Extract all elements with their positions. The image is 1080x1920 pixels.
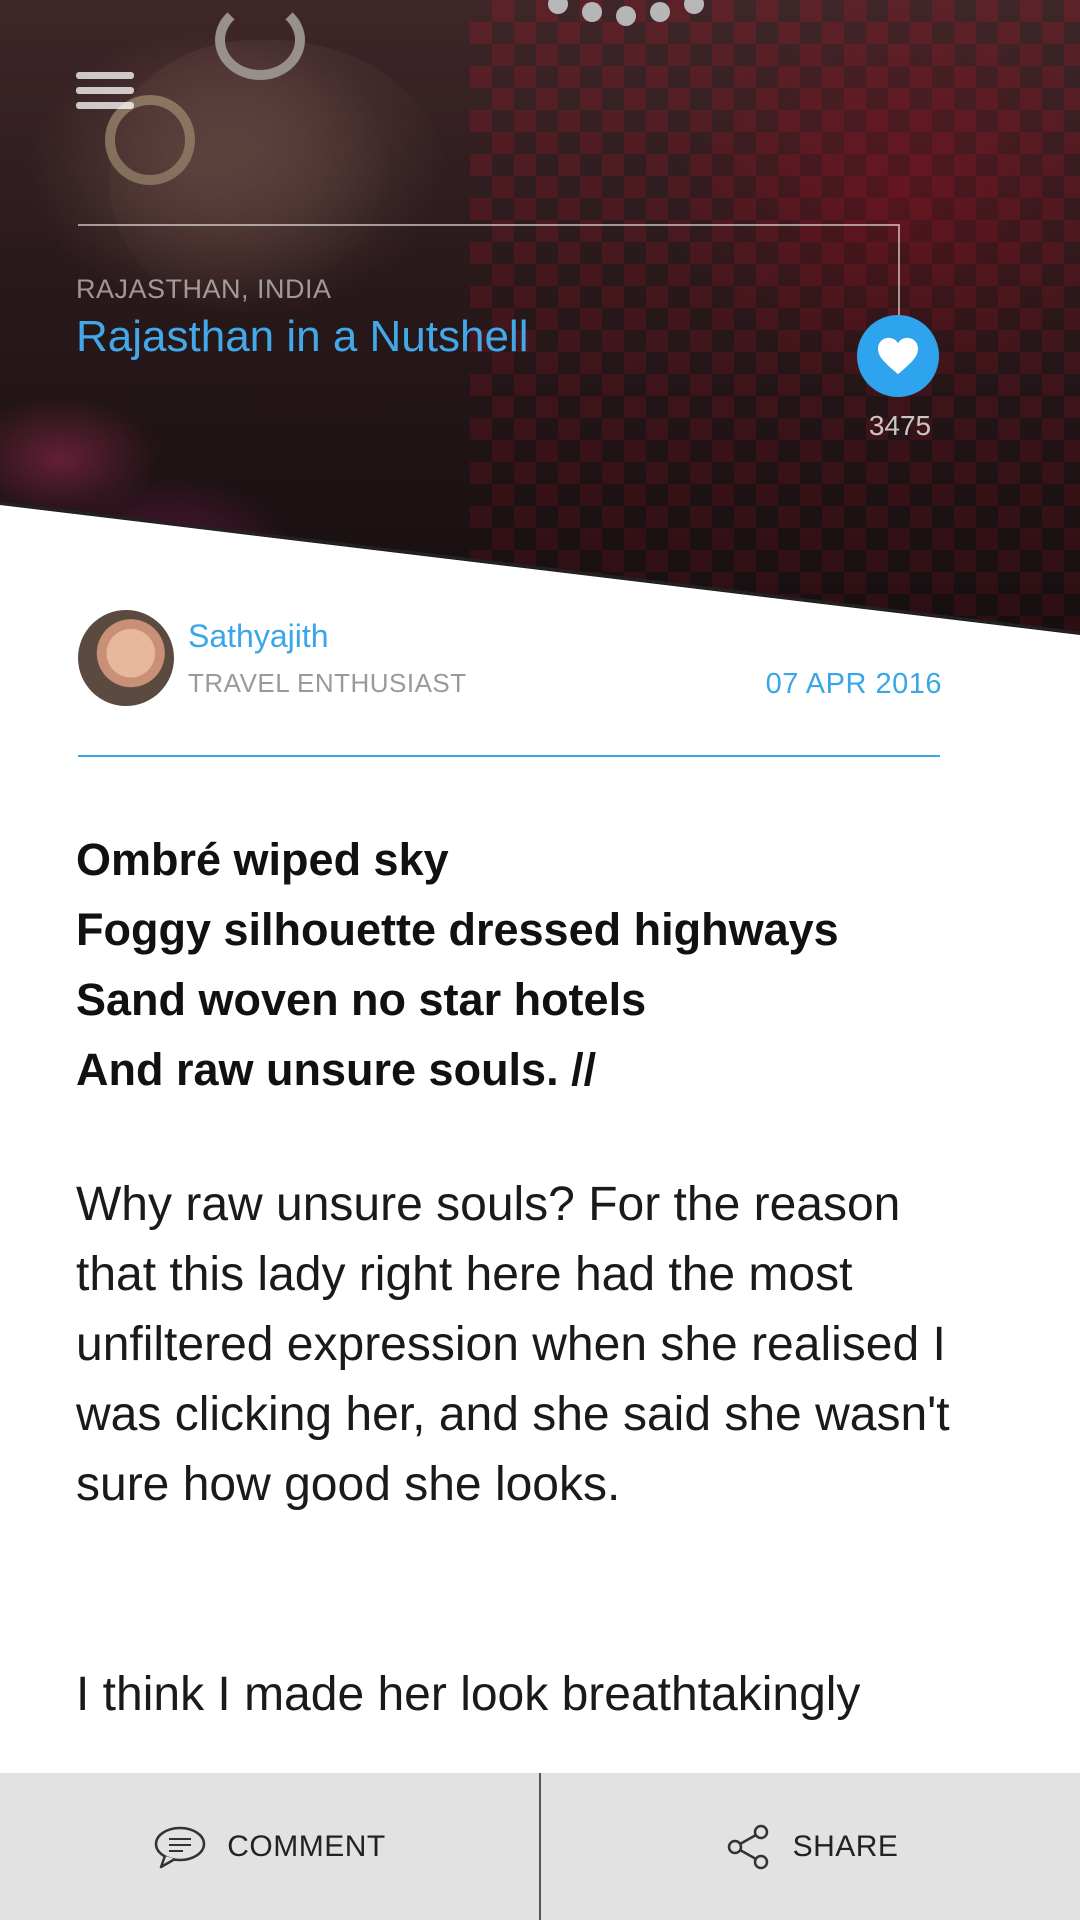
like-button[interactable] — [857, 315, 939, 397]
body-paragraph: Why raw unsure souls? For the reason tha… — [76, 1178, 950, 1511]
comment-label: COMMENT — [227, 1829, 386, 1863]
divider — [78, 755, 940, 757]
share-button[interactable]: SHARE — [541, 1773, 1080, 1920]
body-paragraph: I think I made her look breathtakingly — [76, 1668, 861, 1721]
poem-line: Foggy silhouette dressed highways — [76, 904, 839, 955]
location-label: RAJASTHAN, INDIA — [76, 274, 332, 304]
avatar[interactable] — [78, 610, 174, 706]
author-role: TRAVEL ENTHUSIAST — [188, 668, 467, 698]
menu-icon[interactable] — [76, 72, 134, 114]
story-title: Rajasthan in a Nutshell — [76, 312, 529, 361]
poem-line: Sand woven no star hotels — [76, 974, 647, 1025]
like-count: 3475 — [868, 410, 932, 441]
poem: Ombré wiped sky Foggy silhouette dressed… — [76, 825, 976, 1105]
author-name[interactable]: Sathyajith — [188, 618, 329, 655]
comment-icon — [155, 1826, 206, 1868]
poem-line: And raw unsure souls. // — [76, 1044, 597, 1095]
comment-button[interactable]: COMMENT — [0, 1773, 539, 1920]
bottom-action-bar: COMMENT SHARE — [0, 1773, 1080, 1920]
share-icon — [727, 1824, 768, 1869]
heart-icon — [878, 337, 918, 375]
post-date: 07 APR 2016 — [765, 668, 942, 700]
poem-line: Ombré wiped sky — [76, 834, 449, 885]
share-label: SHARE — [792, 1829, 899, 1863]
